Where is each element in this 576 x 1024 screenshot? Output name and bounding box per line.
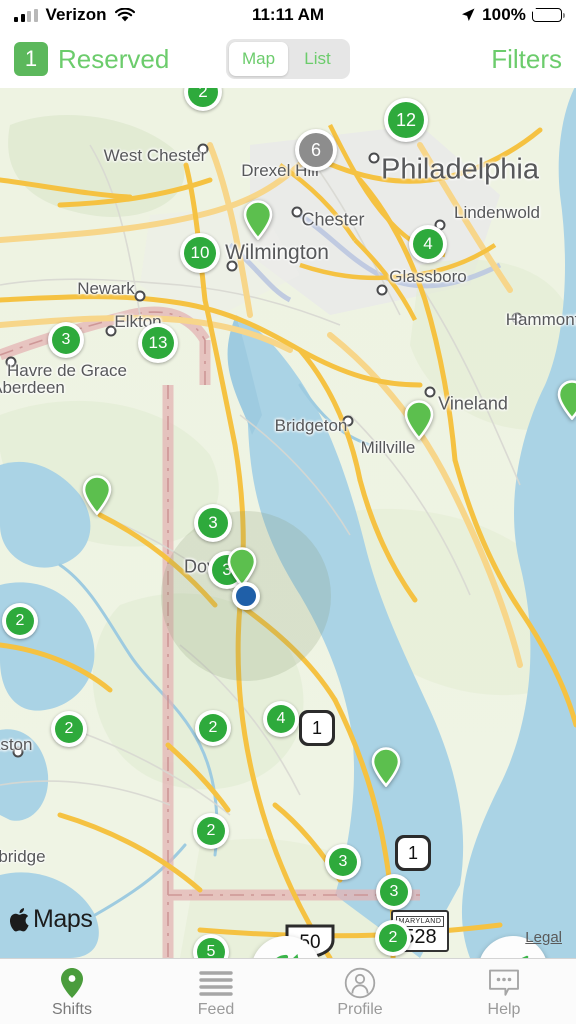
cluster-count-label: 3 <box>329 848 357 876</box>
cluster-count-label: 2 <box>197 817 225 845</box>
cluster-marker[interactable]: 4 <box>263 701 299 737</box>
cluster-marker[interactable]: 12 <box>384 98 428 142</box>
map-pin-icon <box>59 968 85 998</box>
filters-button[interactable]: Filters <box>491 44 562 75</box>
location-arrow-icon <box>460 7 476 23</box>
battery-charging-icon <box>530 4 566 22</box>
nav-bar-right: Filters <box>350 44 562 75</box>
cluster-marker[interactable]: 3 <box>194 504 232 542</box>
tab-feed-label: Feed <box>197 1001 235 1018</box>
cluster-marker[interactable]: 2 <box>375 920 411 956</box>
carrier-label: Verizon <box>45 5 107 24</box>
cluster-count-label: 3 <box>380 878 408 906</box>
user-location-dot <box>232 582 260 610</box>
place-label: Wilmington <box>225 241 329 264</box>
tab-list[interactable]: List <box>288 42 347 76</box>
status-bar-left: Verizon <box>14 5 252 25</box>
reserved-indicator[interactable]: 1 Reserved <box>14 42 226 76</box>
shift-pin-marker[interactable] <box>82 475 112 516</box>
cluster-count-label: 4 <box>413 229 443 259</box>
shift-pin-marker[interactable] <box>371 747 401 788</box>
place-dot <box>424 386 436 398</box>
cluster-count-label: 2 <box>379 924 407 952</box>
apple-maps-attribution: Maps <box>10 905 93 934</box>
shift-pin-marker[interactable] <box>557 380 576 421</box>
route-shield: 1 <box>299 710 335 746</box>
tab-map[interactable]: Map <box>229 42 288 76</box>
status-bar-center: 11:11 AM <box>252 5 324 25</box>
place-label: Newark <box>77 279 135 298</box>
cluster-marker[interactable]: 2 <box>2 603 38 639</box>
place-label: Glassboro <box>389 267 467 286</box>
cluster-marker[interactable]: 3 <box>376 874 412 910</box>
tab-profile[interactable]: Profile <box>288 959 432 1024</box>
place-label: West Chester <box>103 146 207 165</box>
place-dot <box>368 152 380 164</box>
tab-shifts-label: Shifts <box>51 1001 92 1018</box>
cluster-count-label: 10 <box>184 237 216 269</box>
cluster-marker[interactable]: 2 <box>195 710 231 746</box>
place-label: Chester <box>301 209 365 230</box>
legal-link[interactable]: Legal <box>525 929 562 946</box>
cluster-count-label: 4 <box>267 705 295 733</box>
place-label: Vineland <box>438 393 508 414</box>
bottom-tab-bar: Shifts Feed Profile Help <box>0 958 576 1024</box>
cluster-marker[interactable]: 3 <box>325 844 361 880</box>
route-shield: 1 <box>395 835 431 871</box>
cluster-count-label: 2 <box>199 714 227 742</box>
tab-shifts[interactable]: Shifts <box>0 959 144 1024</box>
place-dot <box>376 284 388 296</box>
cluster-count-label: 3 <box>52 326 80 354</box>
list-lines-icon <box>199 968 233 998</box>
place-dot <box>134 290 146 302</box>
nav-bar: 1 Reserved Map List Filters <box>0 30 576 88</box>
reserved-label: Reserved <box>58 43 170 74</box>
shift-pin-marker[interactable] <box>404 400 434 441</box>
tab-help-label: Help <box>487 1001 521 1018</box>
apple-logo-icon <box>10 907 29 931</box>
place-label: Millville <box>360 438 416 457</box>
place-label: Aberdeen <box>0 378 65 397</box>
cluster-marker[interactable]: 2 <box>51 711 87 747</box>
signal-bars-icon <box>14 8 38 22</box>
shift-pin-marker[interactable] <box>227 547 257 588</box>
cluster-count-label: 12 <box>388 102 424 138</box>
status-bar: Verizon 11:11 AM 100% <box>0 0 576 30</box>
place-label: Hammonton <box>505 310 576 329</box>
cluster-marker[interactable]: 4 <box>409 225 447 263</box>
cluster-marker[interactable]: 3 <box>48 322 84 358</box>
cluster-count-label: 2 <box>6 607 34 635</box>
battery-percent-label: 100% <box>482 5 527 24</box>
tab-feed[interactable]: Feed <box>144 959 288 1024</box>
tab-profile-label: Profile <box>337 1001 383 1018</box>
status-bar-right: 100% <box>324 4 566 25</box>
tab-help[interactable]: Help <box>432 959 576 1024</box>
cluster-marker[interactable]: 6 <box>295 129 337 171</box>
wifi-icon <box>114 7 135 23</box>
place-label: Philadelphia <box>380 153 540 186</box>
chat-bubble-icon <box>487 968 521 998</box>
cluster-count-label: 2 <box>188 85 218 107</box>
reserved-count-badge: 1 <box>14 42 48 76</box>
cluster-marker[interactable]: 2 <box>193 813 229 849</box>
cluster-count-label: 6 <box>299 133 333 167</box>
clock-label: 11:11 AM <box>251 5 325 24</box>
cluster-count-label: 5 <box>197 938 225 958</box>
app-root: Verizon 11:11 AM 100% 1 Reserved Map Lis… <box>0 0 576 1024</box>
shift-pin-marker[interactable] <box>243 200 273 241</box>
cluster-count-label: 3 <box>198 508 228 538</box>
person-circle-icon <box>344 967 376 999</box>
cluster-count-label: 2 <box>55 715 83 743</box>
place-label: Bridgeton <box>274 416 348 435</box>
place-label: Lindenwold <box>453 203 541 222</box>
cluster-marker[interactable]: 10 <box>180 233 220 273</box>
cluster-marker[interactable]: 13 <box>138 323 178 363</box>
place-label: Easton <box>0 735 33 754</box>
apple-maps-label: Maps <box>33 905 93 933</box>
place-label: Cambridge <box>0 847 46 866</box>
map-view[interactable]: West Chester Drexel Hill Philadelphia Chest… <box>0 85 576 958</box>
map-list-segmented-control[interactable]: Map List <box>226 39 350 79</box>
cluster-count-label: 13 <box>142 327 174 359</box>
